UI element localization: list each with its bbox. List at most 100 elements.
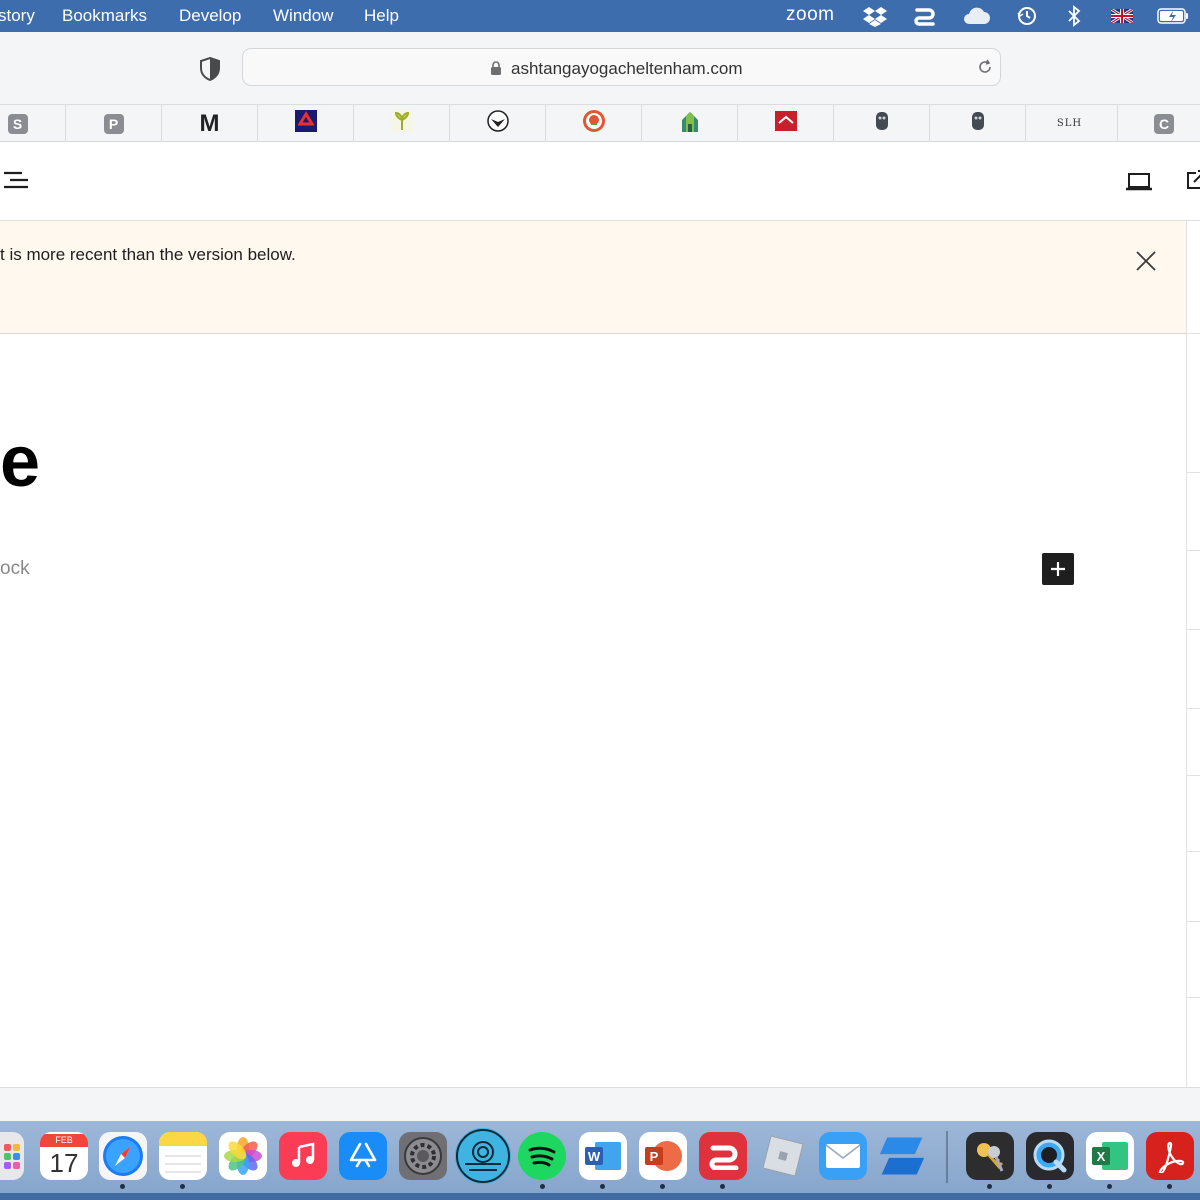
favorite-c[interactable]: C xyxy=(1116,105,1200,142)
side-rail xyxy=(1186,221,1200,1087)
launchpad-icon xyxy=(4,1144,20,1169)
owl-icon xyxy=(875,110,889,137)
running-indicator xyxy=(600,1184,605,1189)
launchpad-app[interactable] xyxy=(0,1132,24,1180)
running-indicator xyxy=(540,1184,545,1189)
safari-compass-icon xyxy=(103,1136,143,1176)
dock: FEB 17 W P X xyxy=(0,1121,1200,1200)
bird-icon xyxy=(486,109,510,138)
owl-icon xyxy=(971,110,985,137)
blue-s-logo-icon xyxy=(879,1137,925,1175)
editor-header xyxy=(0,142,1200,221)
music-app[interactable] xyxy=(279,1132,327,1180)
favorite-p[interactable]: P xyxy=(66,105,162,142)
roblox-icon xyxy=(762,1135,804,1177)
block-placeholder[interactable]: ock xyxy=(0,558,30,580)
blue-logo-app[interactable] xyxy=(878,1132,926,1180)
app-store-icon xyxy=(349,1142,377,1168)
preview-laptop-icon[interactable] xyxy=(1125,170,1153,194)
menu-window[interactable]: Window xyxy=(273,6,333,26)
word-icon: W xyxy=(585,1142,621,1170)
running-indicator xyxy=(1047,1184,1052,1189)
time-machine-icon[interactable] xyxy=(1016,5,1038,27)
system-preferences-app[interactable] xyxy=(399,1132,447,1180)
sprout-icon xyxy=(390,110,413,137)
acrobat-icon xyxy=(1158,1141,1185,1173)
address-bar[interactable]: ashtangayogacheltenham.com xyxy=(242,48,1001,86)
word-app[interactable]: W xyxy=(579,1132,627,1180)
menu-history[interactable]: story xyxy=(0,6,35,26)
mail-app[interactable] xyxy=(819,1132,867,1180)
rail-divider xyxy=(1187,851,1200,852)
menu-bookmarks[interactable]: Bookmarks xyxy=(62,6,147,26)
favorite-owl-2[interactable] xyxy=(930,105,1026,142)
dock-separator xyxy=(946,1131,948,1183)
duckduckgo-icon xyxy=(582,109,606,138)
icloud-icon[interactable] xyxy=(961,5,991,27)
post-title[interactable]: e xyxy=(0,426,40,498)
keychain-app[interactable] xyxy=(966,1132,1014,1180)
rail-divider xyxy=(1187,629,1200,630)
favorites-bar: S P M SLH C xyxy=(0,104,1200,142)
privacy-shield-icon[interactable] xyxy=(198,56,222,82)
favorite-s[interactable]: S xyxy=(0,105,66,142)
paper-app[interactable] xyxy=(699,1132,747,1180)
menu-develop[interactable]: Develop xyxy=(179,6,241,26)
menu-help[interactable]: Help xyxy=(364,6,399,26)
dropbox-icon[interactable] xyxy=(862,5,888,27)
quicktime-app[interactable] xyxy=(1026,1132,1074,1180)
paper-icon[interactable] xyxy=(911,5,937,27)
notes-icon xyxy=(159,1132,207,1173)
external-link-icon[interactable] xyxy=(1184,168,1200,192)
red-logo-icon xyxy=(294,110,317,137)
rail-divider xyxy=(1187,921,1200,922)
favorite-duckduckgo[interactable] xyxy=(546,105,642,142)
rail-divider xyxy=(1187,708,1200,709)
favorite-red-roof[interactable] xyxy=(738,105,834,142)
notes-app[interactable] xyxy=(159,1132,207,1180)
rail-divider xyxy=(1187,997,1200,998)
zoom-status-item[interactable]: zoom xyxy=(786,4,834,26)
photos-app[interactable] xyxy=(219,1132,267,1180)
calendar-app[interactable]: FEB 17 xyxy=(40,1132,88,1180)
favorite-temple[interactable] xyxy=(642,105,738,142)
notice-text: t is more recent than the version below. xyxy=(0,245,296,264)
powerpoint-icon: P xyxy=(645,1141,682,1171)
running-indicator xyxy=(1107,1184,1112,1189)
url-text: ashtangayogacheltenham.com xyxy=(511,59,743,78)
favorite-owl-1[interactable] xyxy=(834,105,930,142)
favorite-p-icon: P xyxy=(103,113,124,134)
powerpoint-app[interactable]: P xyxy=(639,1132,687,1180)
bluetooth-icon[interactable] xyxy=(1065,5,1083,27)
red-roof-icon xyxy=(774,111,797,136)
running-indicator xyxy=(660,1184,665,1189)
excel-app[interactable]: X xyxy=(1086,1132,1134,1180)
favorite-slh[interactable]: SLH xyxy=(1022,105,1118,142)
excel-icon: X xyxy=(1092,1142,1128,1170)
app-store-app[interactable] xyxy=(339,1132,387,1180)
slh-logo: SLH xyxy=(1056,118,1083,129)
battery-icon[interactable] xyxy=(1156,5,1190,27)
favorite-bird[interactable] xyxy=(450,105,546,142)
editor-footer xyxy=(0,1087,1200,1121)
acrobat-app[interactable] xyxy=(1146,1132,1194,1180)
add-block-button[interactable] xyxy=(1042,553,1074,585)
rail-divider xyxy=(1187,333,1200,334)
uk-flag-icon[interactable] xyxy=(1110,5,1134,27)
reload-icon[interactable] xyxy=(976,58,994,76)
roblox-studio-app[interactable] xyxy=(759,1132,807,1180)
svg-text:W: W xyxy=(588,1149,601,1164)
uploader-app[interactable] xyxy=(455,1128,511,1184)
spotify-app[interactable] xyxy=(518,1132,566,1180)
favorite-s-icon: S xyxy=(7,113,28,134)
close-icon[interactable] xyxy=(1134,249,1158,273)
safari-app[interactable] xyxy=(99,1132,147,1180)
favorite-sprout[interactable] xyxy=(354,105,450,142)
gear-icon xyxy=(404,1137,442,1175)
favorite-red-logo[interactable] xyxy=(258,105,354,142)
running-indicator xyxy=(987,1184,992,1189)
menu-bar: story Bookmarks Develop Window Help zoom xyxy=(0,0,1200,32)
document-overview-icon[interactable] xyxy=(0,170,30,192)
rail-divider xyxy=(1187,550,1200,551)
favorite-m[interactable]: M xyxy=(162,105,258,142)
